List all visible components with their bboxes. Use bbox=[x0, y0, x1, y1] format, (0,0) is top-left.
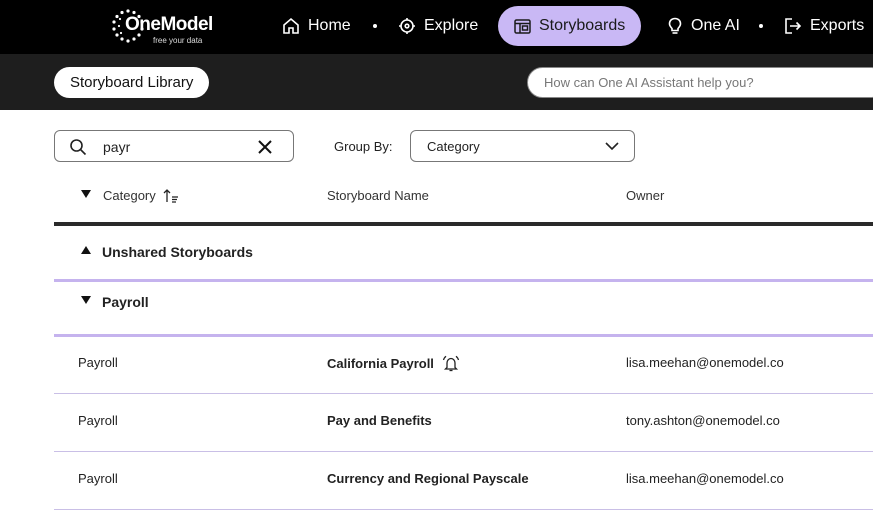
nav-explore-label: Explore bbox=[424, 17, 479, 34]
column-header-owner-label: Owner bbox=[626, 188, 665, 203]
nav-one-ai[interactable]: One AI bbox=[667, 6, 740, 46]
onemodel-logo[interactable]: OneModel free your data bbox=[111, 8, 213, 46]
header-divider bbox=[54, 222, 873, 226]
clear-search-icon[interactable] bbox=[256, 138, 274, 156]
nav-separator-dot bbox=[373, 24, 377, 28]
logo-tagline: free your data bbox=[153, 36, 203, 45]
cell-storyboard-name[interactable]: Pay and Benefits bbox=[327, 413, 432, 428]
chevron-down-icon bbox=[605, 142, 619, 151]
storyboard-library-button[interactable]: Storyboard Library bbox=[54, 67, 210, 98]
lightbulb-icon bbox=[668, 17, 682, 34]
column-header-storyboard-name-label: Storyboard Name bbox=[327, 188, 429, 203]
column-header-storyboard-name[interactable]: Storyboard Name bbox=[327, 188, 429, 203]
group-by-select[interactable]: Category bbox=[410, 130, 635, 162]
ai-assistant-input[interactable] bbox=[527, 67, 873, 98]
group-label: Payroll bbox=[102, 294, 149, 310]
cell-storyboard-name[interactable]: Currency and Regional Payscale bbox=[327, 471, 529, 486]
search-input[interactable] bbox=[103, 137, 253, 157]
storyboard-name-label: Pay and Benefits bbox=[327, 413, 432, 428]
group-by-label: Group By: bbox=[334, 139, 393, 154]
nav-one-ai-label: One AI bbox=[691, 17, 740, 34]
table-row[interactable]: Payroll Currency and Regional Payscale l… bbox=[54, 452, 873, 510]
export-icon bbox=[785, 18, 802, 34]
cell-owner: lisa.meehan@onemodel.co bbox=[626, 355, 784, 370]
sub-header: Storyboard Library bbox=[0, 54, 873, 110]
search-field[interactable] bbox=[54, 130, 294, 162]
home-icon bbox=[283, 17, 299, 34]
table-row[interactable]: Payroll California Payroll lisa.meehan@o… bbox=[54, 336, 873, 394]
column-header-owner[interactable]: Owner bbox=[626, 188, 664, 203]
column-header-category-label: Category bbox=[103, 188, 156, 203]
group-label: Unshared Storyboards bbox=[102, 244, 253, 260]
logo-wordmark: OneModel bbox=[125, 14, 213, 35]
cell-category: Payroll bbox=[78, 355, 118, 370]
group-row-payroll[interactable]: Payroll bbox=[54, 294, 873, 314]
nav-exports[interactable]: Exports bbox=[784, 6, 864, 46]
search-icon bbox=[70, 139, 87, 156]
storyboard-name-label: California Payroll bbox=[327, 356, 434, 371]
group-divider bbox=[54, 279, 873, 282]
table-row[interactable]: Payroll Pay and Benefits tony.ashton@one… bbox=[54, 394, 873, 452]
cell-category: Payroll bbox=[78, 413, 118, 428]
cell-owner: lisa.meehan@onemodel.co bbox=[626, 471, 784, 486]
cell-storyboard-name[interactable]: California Payroll bbox=[327, 355, 460, 372]
nav-storyboards-label: Storyboards bbox=[539, 17, 626, 34]
group-row-unshared[interactable]: Unshared Storyboards bbox=[54, 244, 873, 264]
sort-ascending-icon[interactable] bbox=[163, 188, 179, 203]
storyboard-icon bbox=[514, 18, 531, 34]
nav-home-label: Home bbox=[308, 17, 351, 34]
collapse-caret-icon[interactable] bbox=[81, 296, 91, 304]
nav-storyboards[interactable]: Storyboards bbox=[498, 6, 642, 46]
expand-caret-icon[interactable] bbox=[81, 246, 91, 254]
cell-owner: tony.ashton@onemodel.co bbox=[626, 413, 780, 428]
nav-explore[interactable]: Explore bbox=[398, 6, 478, 46]
cell-category: Payroll bbox=[78, 471, 118, 486]
collapse-all-caret-icon[interactable] bbox=[81, 189, 91, 198]
nav-separator-dot bbox=[759, 24, 763, 28]
top-nav: OneModel free your data Home Explore Sto… bbox=[0, 0, 873, 54]
alarm-bell-icon bbox=[442, 355, 460, 372]
nav-home[interactable]: Home bbox=[282, 6, 351, 46]
compass-icon bbox=[399, 18, 415, 34]
group-by-value: Category bbox=[427, 139, 480, 154]
storyboard-name-label: Currency and Regional Payscale bbox=[327, 471, 529, 486]
column-header-category[interactable]: Category bbox=[81, 188, 179, 203]
nav-exports-label: Exports bbox=[810, 17, 865, 34]
